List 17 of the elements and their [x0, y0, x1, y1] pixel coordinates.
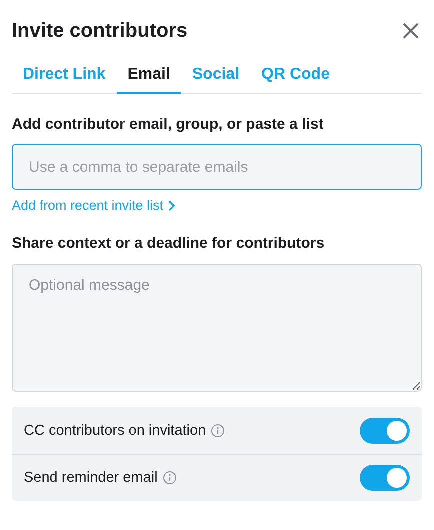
field-label: Add contributor email, group, or paste a list [12, 116, 325, 133]
chevron-right-icon [168, 200, 176, 212]
option-label: CC contributors on invitation [24, 422, 206, 438]
option-label: Send reminder email [24, 470, 158, 486]
tab[interactable]: QR Code [250, 62, 341, 94]
tab[interactable]: Social [181, 62, 251, 94]
field-label: Share context or a deadline for contributors [12, 235, 326, 252]
dialog-title: Invite contributors [12, 20, 188, 42]
info-icon [162, 471, 177, 485]
info-icon [211, 424, 226, 438]
toggle-switch[interactable] [360, 418, 410, 444]
tab[interactable]: Direct Link [12, 62, 117, 94]
email-input-field[interactable]: Use a comma to separate emails [12, 144, 422, 190]
message-input-field[interactable]: Optional message [12, 264, 422, 392]
recent-invite-link[interactable]: Add from recent invite list [12, 198, 176, 213]
toggle-switch[interactable] [360, 465, 410, 491]
tab[interactable]: Email [116, 62, 182, 94]
